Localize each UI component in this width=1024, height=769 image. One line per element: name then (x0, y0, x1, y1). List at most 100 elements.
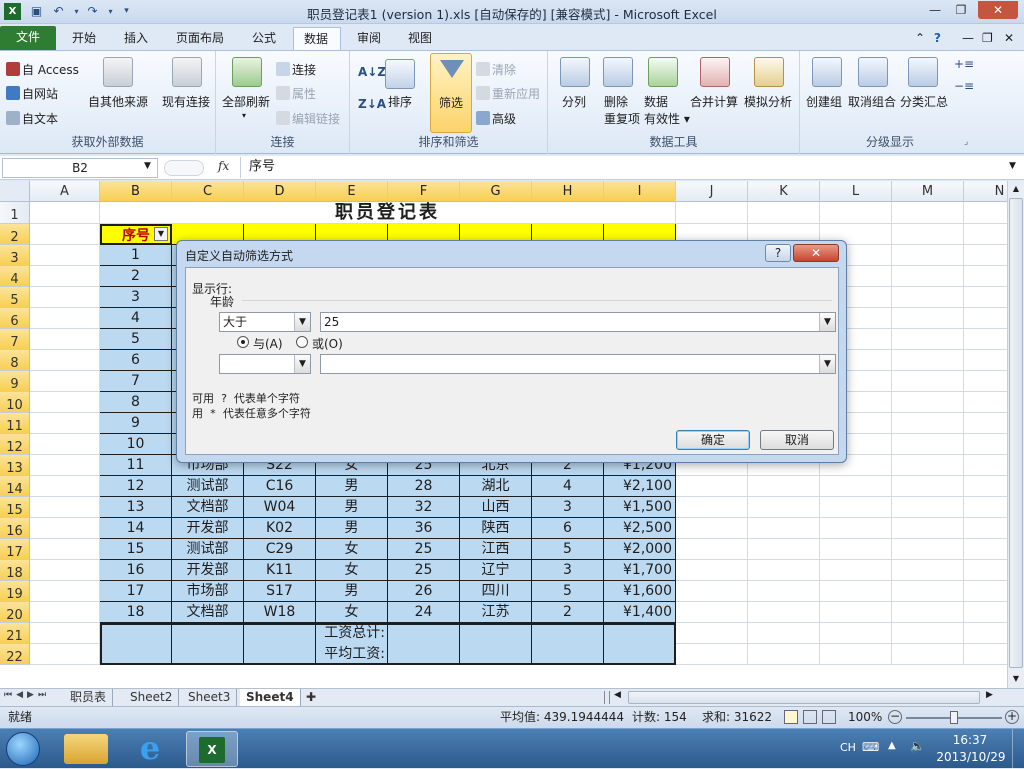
tab-home[interactable]: 开始 (62, 27, 106, 50)
summary-cell[interactable] (604, 644, 676, 665)
empty-cell[interactable] (892, 539, 964, 560)
table-cell[interactable]: ¥1,700 (604, 560, 676, 581)
summary-cell[interactable] (172, 623, 244, 644)
empty-cell[interactable] (964, 392, 1007, 413)
empty-cell[interactable] (892, 602, 964, 623)
index-cell[interactable]: 3 (100, 287, 172, 308)
close-button[interactable]: ✕ (978, 1, 1018, 19)
subtotal-button[interactable]: 分类汇总 (900, 93, 948, 110)
refresh-dropdown-icon[interactable]: ▾ (242, 111, 246, 120)
column-header-k[interactable]: K (748, 181, 820, 202)
column-header-f[interactable]: F (388, 181, 460, 202)
empty-cell[interactable] (748, 497, 820, 518)
empty-cell[interactable] (30, 497, 100, 518)
table-cell[interactable]: 陕西 (460, 518, 532, 539)
empty-cell[interactable] (892, 329, 964, 350)
table-cell[interactable]: 男 (316, 518, 388, 539)
empty-cell[interactable] (30, 518, 100, 539)
column-header-j[interactable]: J (676, 181, 748, 202)
empty-cell[interactable] (892, 434, 964, 455)
empty-cell[interactable] (748, 560, 820, 581)
table-cell[interactable]: 18 (100, 602, 172, 623)
index-cell[interactable]: 2 (100, 266, 172, 287)
row-header[interactable]: 20 (0, 602, 30, 623)
insert-function-icon[interactable]: fx (218, 159, 229, 173)
condition1-operator-select[interactable]: 大于 ▼ (219, 312, 311, 332)
input-language[interactable]: CH (840, 741, 856, 754)
empty-cell[interactable] (30, 602, 100, 623)
from-access-button[interactable]: 自 Access (6, 61, 79, 78)
table-cell[interactable]: 湖北 (460, 476, 532, 497)
consolidate-button[interactable]: 合并计算 (690, 93, 738, 110)
sheet-tab-sheet2[interactable]: Sheet2 (124, 689, 180, 706)
summary-cell[interactable] (244, 623, 316, 644)
table-cell[interactable]: 28 (388, 476, 460, 497)
empty-cell[interactable] (820, 623, 892, 644)
total-salary-label[interactable]: 工资总计: (316, 623, 388, 644)
empty-cell[interactable] (30, 476, 100, 497)
properties-button[interactable]: 属性 (276, 85, 316, 102)
table-cell[interactable]: W04 (244, 497, 316, 518)
ungroup-button[interactable]: 取消组合 (848, 93, 896, 110)
empty-cell[interactable] (892, 581, 964, 602)
what-if-analysis-button[interactable]: 模拟分析 (744, 93, 792, 110)
empty-cell[interactable] (964, 202, 1007, 224)
empty-cell[interactable] (892, 308, 964, 329)
empty-cell[interactable] (892, 455, 964, 476)
dialog-help-button[interactable]: ? (765, 244, 791, 262)
table-cell[interactable]: 女 (316, 602, 388, 623)
empty-cell[interactable] (30, 287, 100, 308)
row-header[interactable]: 9 (0, 371, 30, 392)
empty-cell[interactable] (892, 287, 964, 308)
row-header[interactable]: 18 (0, 560, 30, 581)
from-text-button[interactable]: 自文本 (6, 110, 58, 127)
empty-cell[interactable] (964, 224, 1007, 245)
workbook-restore-button[interactable]: ❐ (982, 27, 993, 50)
index-cell[interactable]: 6 (100, 350, 172, 371)
empty-cell[interactable] (820, 497, 892, 518)
empty-cell[interactable] (30, 308, 100, 329)
sheet-tab-sheet3[interactable]: Sheet3 (182, 689, 238, 706)
empty-cell[interactable] (30, 434, 100, 455)
table-cell[interactable]: 26 (388, 581, 460, 602)
workbook-minimize-button[interactable]: — (962, 27, 974, 50)
empty-cell[interactable] (676, 602, 748, 623)
empty-cell[interactable] (748, 518, 820, 539)
summary-cell[interactable] (460, 623, 532, 644)
zoom-out-icon[interactable]: − (888, 710, 902, 724)
empty-cell[interactable] (676, 560, 748, 581)
keyboard-icon[interactable]: ⌨ (862, 740, 879, 754)
empty-cell[interactable] (964, 245, 1007, 266)
empty-cell[interactable] (30, 266, 100, 287)
table-cell[interactable]: 6 (532, 518, 604, 539)
row-header[interactable]: 1 (0, 202, 30, 224)
row-header[interactable]: 6 (0, 308, 30, 329)
row-header[interactable]: 15 (0, 497, 30, 518)
empty-cell[interactable] (964, 434, 1007, 455)
sheet-tab-employees[interactable]: 职员表 (64, 689, 114, 706)
row-header[interactable]: 10 (0, 392, 30, 413)
empty-cell[interactable] (30, 202, 100, 224)
empty-cell[interactable] (748, 623, 820, 644)
table-cell[interactable]: 2 (532, 602, 604, 623)
empty-cell[interactable] (30, 413, 100, 434)
sheet-title[interactable]: 职员登记表 (100, 202, 676, 224)
index-cell[interactable]: 8 (100, 392, 172, 413)
row-header[interactable]: 8 (0, 350, 30, 371)
advanced-filter-button[interactable]: 高级 (476, 110, 516, 127)
sort-button[interactable]: 排序 (388, 93, 412, 110)
empty-cell[interactable] (30, 392, 100, 413)
table-cell[interactable]: 36 (388, 518, 460, 539)
workbook-close-button[interactable]: ✕ (1004, 27, 1014, 50)
filter-button[interactable]: 筛选 (430, 53, 472, 133)
average-salary-label[interactable]: 平均工资: (316, 644, 388, 665)
tab-data[interactable]: 数据 (293, 27, 341, 50)
show-hidden-icons-icon[interactable]: ▲ (888, 740, 896, 751)
column-header-i[interactable]: I (604, 181, 676, 202)
column-header-m[interactable]: M (892, 181, 964, 202)
empty-cell[interactable] (892, 202, 964, 224)
empty-cell[interactable] (676, 518, 748, 539)
summary-cell[interactable] (604, 623, 676, 644)
empty-cell[interactable] (676, 644, 748, 665)
zoom-level[interactable]: 100% (848, 707, 882, 728)
